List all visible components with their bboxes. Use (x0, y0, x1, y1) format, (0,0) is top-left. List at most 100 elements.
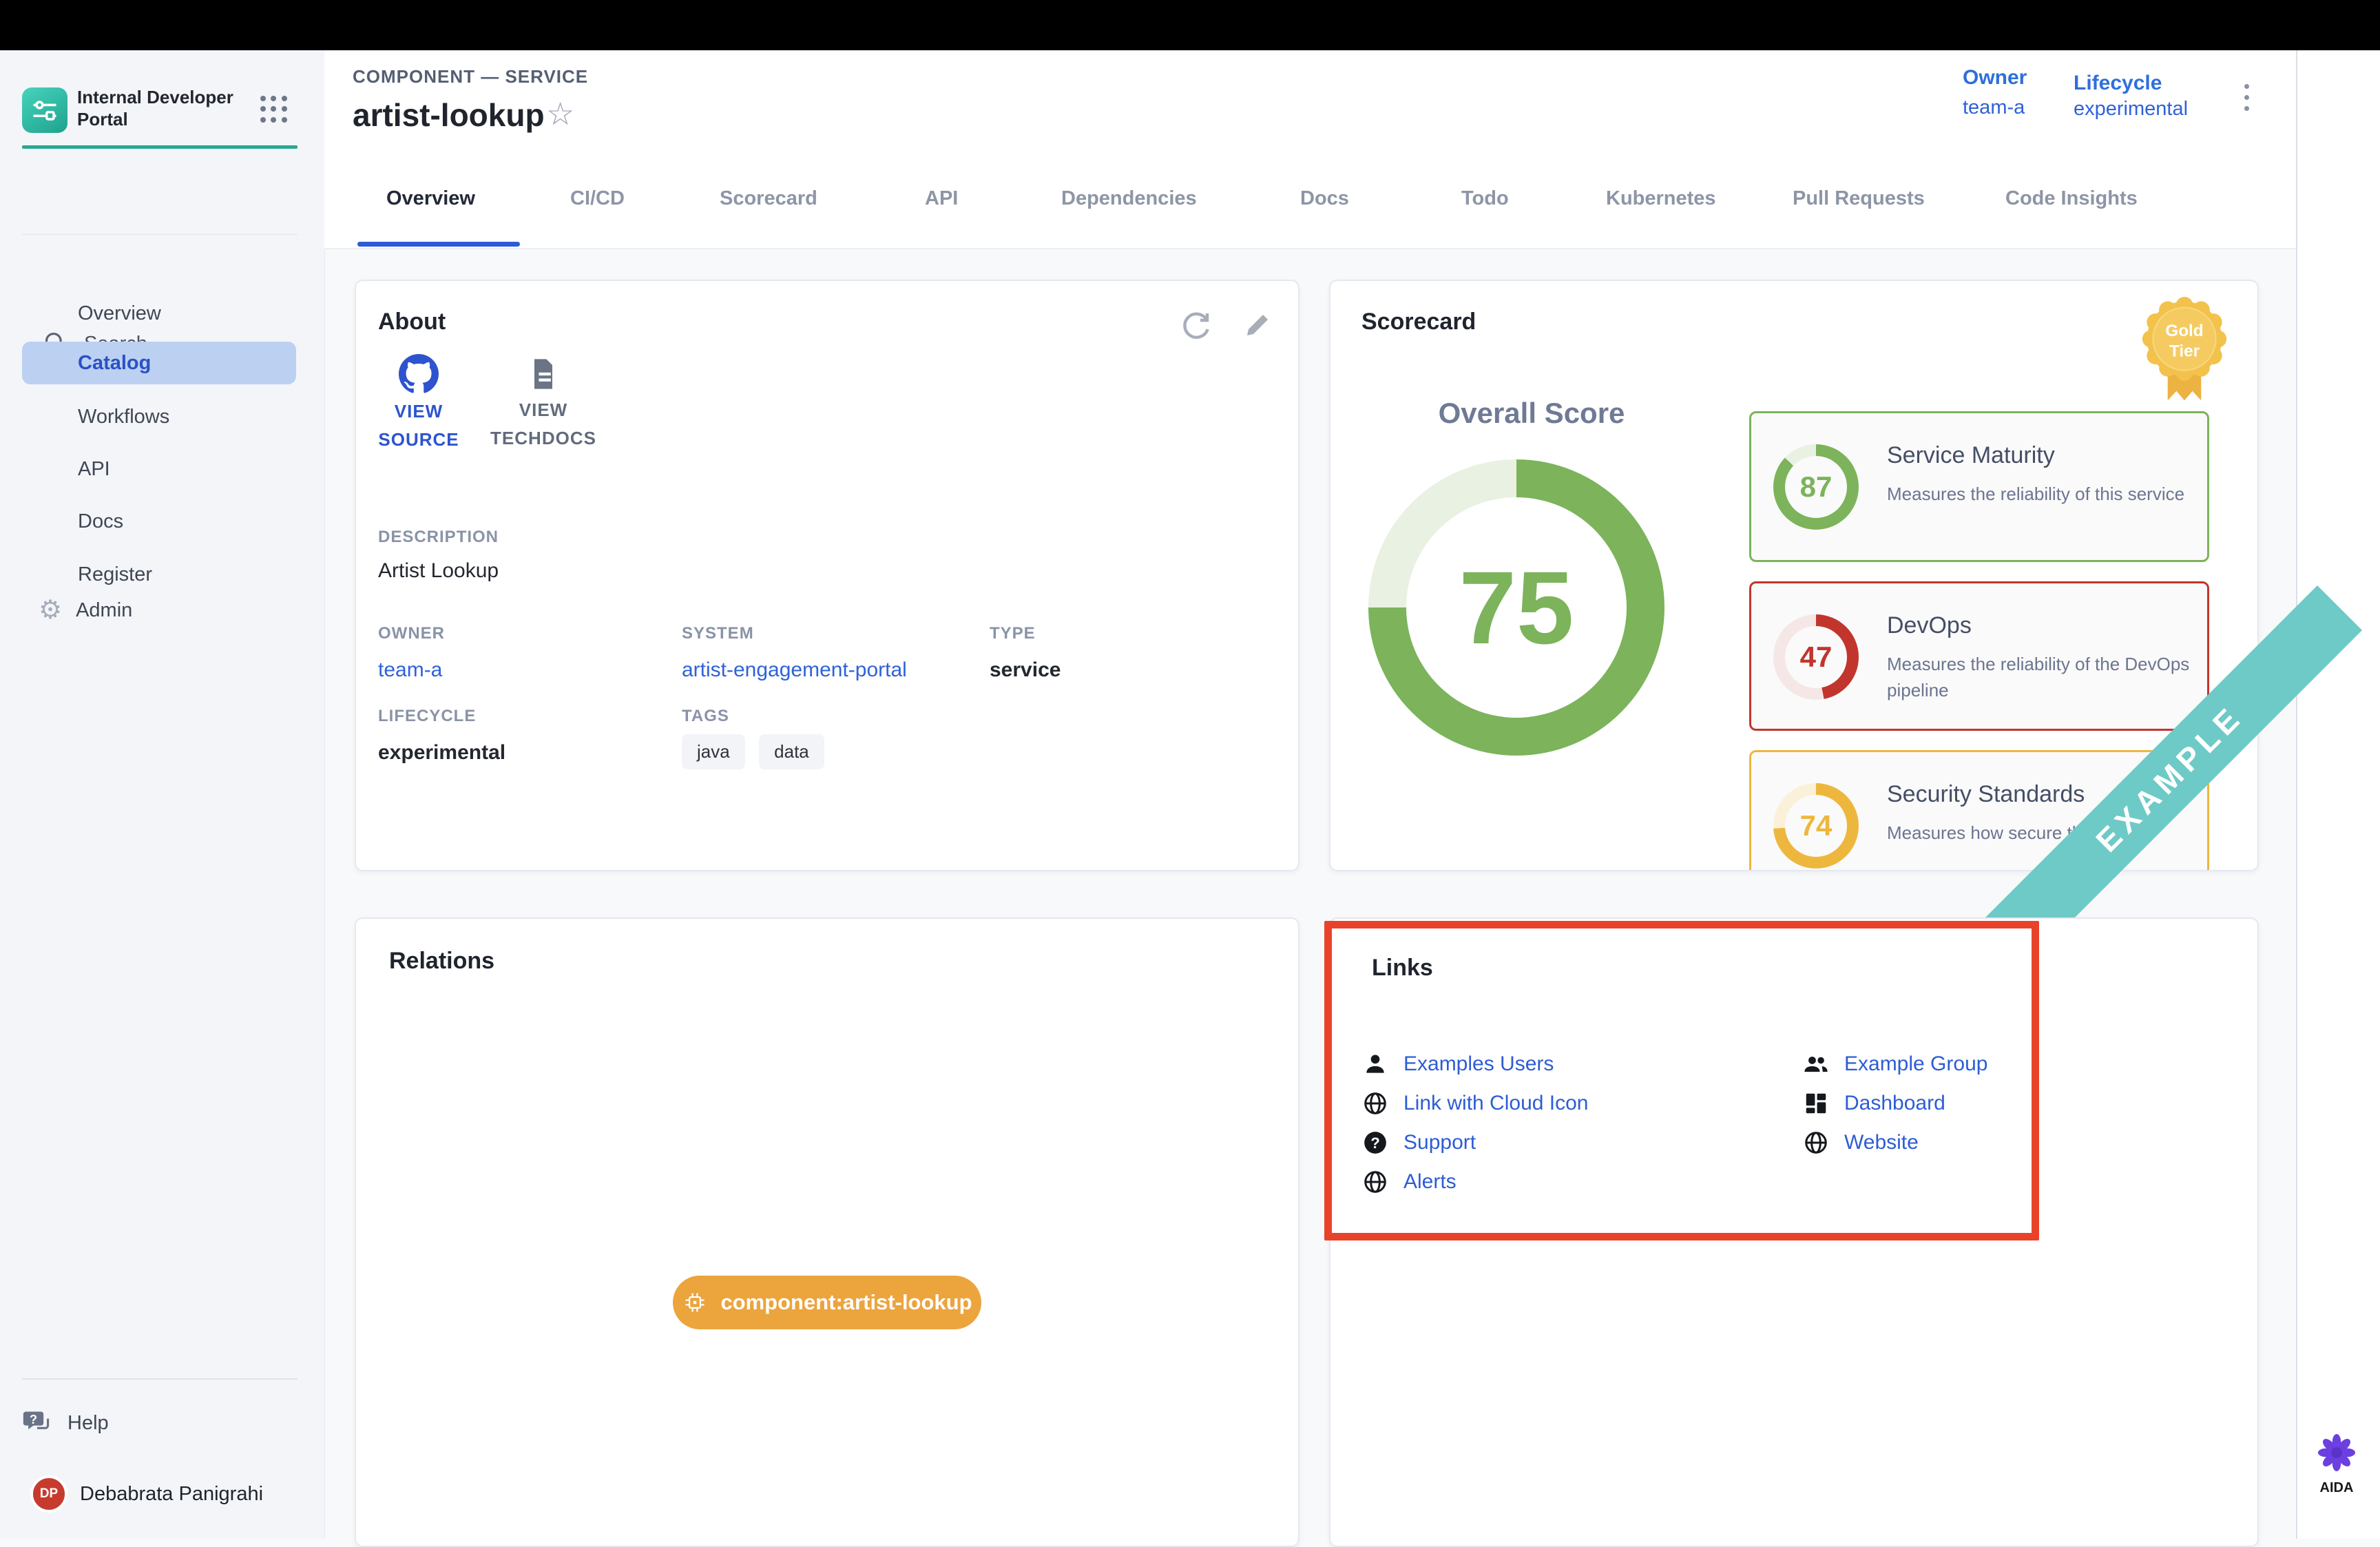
sidebar-item-label: Docs (78, 510, 123, 533)
brand-logo-icon[interactable] (22, 87, 67, 133)
aida-widget[interactable]: AIDA (2306, 1434, 2368, 1496)
sidebar-user[interactable]: DP Debabrata Panigrahi (22, 1472, 318, 1516)
sidebar-item-label: Catalog (78, 352, 151, 375)
refresh-icon[interactable] (1179, 309, 1212, 342)
chip-icon (682, 1290, 708, 1315)
relations-title: Relations (389, 948, 494, 975)
system-field-label: SYSTEM (682, 624, 754, 643)
link-label: Example Group (1844, 1052, 1987, 1076)
lifecycle-label: Lifecycle (2074, 72, 2162, 95)
view-source-button[interactable]: VIEW SOURCE (367, 354, 470, 454)
globe-icon (1803, 1130, 1829, 1156)
tags-field-label: TAGS (682, 707, 729, 726)
link-support[interactable]: ? Support (1362, 1130, 1476, 1156)
page-title: artist-lookup (353, 96, 545, 134)
badge-line1: Gold (2165, 322, 2203, 340)
about-title: About (378, 309, 446, 335)
sidebar-item-label: Admin (76, 599, 132, 622)
link-alerts[interactable]: Alerts (1362, 1169, 1457, 1195)
metric-desc: Measures the reliability of this service (1887, 481, 2204, 507)
scorecard-title: Scorecard (1361, 309, 1476, 335)
link-label: Dashboard (1844, 1092, 1945, 1115)
favorite-star-icon[interactable]: ☆ (546, 98, 574, 129)
person-icon (1362, 1051, 1388, 1077)
sidebar-item-api[interactable]: API (22, 448, 296, 490)
link-website[interactable]: Website (1803, 1130, 1919, 1156)
view-techdocs-button[interactable]: VIEW TECHDOCS (481, 355, 605, 453)
type-field-label: TYPE (990, 624, 1036, 643)
about-card: About VIEW SOURCE VIEW TE (355, 280, 1299, 871)
overall-score-donut: 75 (1368, 459, 1664, 756)
sliders-icon (30, 95, 60, 125)
sidebar: Internal Developer Portal Search Overvie… (0, 50, 325, 1539)
metric-card-service-maturity[interactable]: 87 Service Maturity Measures the reliabi… (1749, 411, 2209, 562)
view-techdocs-label: VIEW (481, 396, 605, 424)
svg-text:?: ? (1370, 1134, 1380, 1152)
sidebar-item-docs[interactable]: Docs (22, 500, 296, 543)
link-link-with-cloud-icon[interactable]: Link with Cloud Icon (1362, 1090, 1588, 1117)
edit-pencil-icon[interactable] (1241, 309, 1274, 342)
gold-tier-badge: Gold Tier (2138, 295, 2231, 408)
description-value: Artist Lookup (378, 559, 499, 583)
links-title: Links (1372, 955, 1433, 982)
tab-todo[interactable]: Todo (1461, 187, 1509, 210)
tag-chip[interactable]: java (682, 734, 745, 769)
tab-dependencies[interactable]: Dependencies (1061, 187, 1197, 210)
sidebar-item-overview[interactable]: Overview (22, 292, 296, 335)
question-circle-icon: ? (1362, 1130, 1388, 1156)
link-label: Website (1844, 1131, 1919, 1154)
app-window: Internal Developer Portal Search Overvie… (0, 0, 2380, 1539)
owner-field-link[interactable]: team-a (378, 658, 442, 682)
apps-grid-icon[interactable] (260, 96, 288, 123)
more-menu-icon[interactable] (2240, 84, 2253, 111)
people-icon (1803, 1051, 1829, 1077)
tab-overview[interactable]: Overview (386, 187, 475, 210)
metric-desc: Measures the reliability of the DevOps p… (1887, 651, 2204, 703)
avatar: DP (30, 1475, 67, 1513)
owner-field-label: OWNER (378, 624, 445, 643)
type-field-value: service (990, 658, 1061, 682)
view-techdocs-label: TECHDOCS (481, 424, 605, 453)
metric-value: 87 (1800, 470, 1833, 503)
metric-value: 47 (1800, 641, 1833, 674)
tab-api[interactable]: API (925, 187, 958, 210)
link-label: Support (1403, 1131, 1476, 1154)
sidebar-item-label: API (78, 458, 110, 481)
tab-pull-requests[interactable]: Pull Requests (1793, 187, 1925, 210)
divider (22, 233, 298, 235)
tab-docs[interactable]: Docs (1300, 187, 1349, 210)
divider (22, 1378, 298, 1380)
sidebar-item-help[interactable]: ? Help (22, 1402, 229, 1444)
tag-chip[interactable]: data (759, 734, 824, 769)
gear-icon: ⚙ (39, 597, 62, 623)
links-card-highlight: Links Examples Users Link with Cloud Ico… (1324, 921, 2039, 1240)
sidebar-item-label: Overview (78, 302, 161, 325)
metric-donut: 47 (1773, 614, 1859, 700)
sidebar-search[interactable]: Search (0, 188, 324, 232)
window-top-bar (0, 0, 2380, 50)
link-examples-users[interactable]: Examples Users (1362, 1051, 1554, 1077)
brand-title: Internal Developer Portal (77, 86, 256, 130)
tab-kubernetes[interactable]: Kubernetes (1606, 187, 1716, 210)
tab-scorecard[interactable]: Scorecard (720, 187, 817, 210)
sidebar-item-admin[interactable]: ⚙ Admin (22, 589, 296, 632)
github-icon (399, 354, 439, 394)
user-name: Debabrata Panigrahi (80, 1483, 263, 1506)
system-field-link[interactable]: artist-engagement-portal (682, 658, 907, 682)
metric-donut: 74 (1773, 783, 1859, 869)
view-source-label: VIEW (367, 397, 470, 426)
owner-value-link[interactable]: team-a (1963, 96, 2025, 119)
link-dashboard[interactable]: Dashboard (1803, 1090, 1945, 1117)
sidebar-item-workflows[interactable]: Workflows (22, 395, 296, 438)
brand-divider (22, 145, 298, 149)
metric-value: 74 (1800, 809, 1833, 842)
tab-code-insights[interactable]: Code Insights (2005, 187, 2138, 210)
link-label: Link with Cloud Icon (1403, 1092, 1588, 1115)
tab-cicd[interactable]: CI/CD (570, 187, 625, 210)
right-rail (2296, 50, 2380, 1539)
sidebar-item-catalog[interactable]: Catalog (22, 342, 296, 384)
link-example-group[interactable]: Example Group (1803, 1051, 1987, 1077)
relations-entity-node[interactable]: component:artist-lookup (673, 1276, 981, 1329)
metric-card-devops[interactable]: 47 DevOps Measures the reliability of th… (1749, 581, 2209, 731)
help-chat-icon: ? (22, 1408, 52, 1438)
